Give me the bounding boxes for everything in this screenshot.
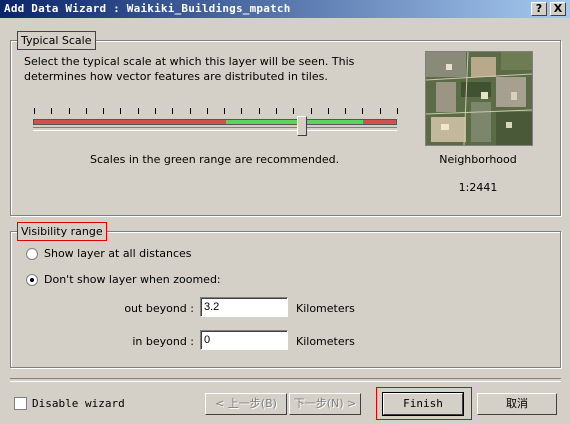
out-beyond-input[interactable] [200, 297, 288, 317]
typical-scale-label: Typical Scale [17, 31, 96, 50]
slider-tick [155, 108, 156, 114]
finish-button[interactable]: Finish [382, 392, 464, 416]
slider-tick [345, 108, 346, 114]
out-beyond-unit: Kilometers [296, 302, 355, 315]
slider-range-segment [363, 120, 396, 124]
radio-show-all[interactable] [26, 247, 38, 260]
slider-tick [241, 108, 242, 114]
out-beyond-label: out beyond : [124, 302, 194, 315]
radio-hide-when-zoomed[interactable] [26, 273, 38, 286]
radio-zoomed-row[interactable]: Don't show layer when zoomed: [26, 273, 221, 286]
slider-range-segment [34, 120, 226, 124]
slider-tick [224, 108, 225, 114]
in-beyond-input[interactable] [200, 330, 288, 350]
slider-tick [172, 108, 173, 114]
slider-tick [380, 108, 381, 114]
slider-tick [103, 108, 104, 114]
slider-tick [51, 108, 52, 114]
radio-show-all-row[interactable]: Show layer at all distances [26, 247, 192, 260]
slider-tick [259, 108, 260, 114]
footer-separator [10, 378, 561, 382]
back-button[interactable]: < 上一步(B) [205, 393, 287, 415]
slider-range-segment [225, 120, 364, 124]
window-title: Add Data Wizard : Waikiki_Buildings_mpat… [4, 2, 291, 15]
scale-slider-thumb[interactable] [297, 116, 308, 136]
slider-tick [207, 108, 208, 114]
radio-hide-when-zoomed-label: Don't show layer when zoomed: [44, 273, 221, 286]
slider-tick [293, 108, 294, 114]
slider-tick [397, 108, 398, 114]
slider-tick [311, 108, 312, 114]
in-beyond-unit: Kilometers [296, 335, 355, 348]
close-button[interactable]: X [550, 2, 566, 16]
disable-wizard-checkbox[interactable] [14, 397, 27, 410]
scale-recommendation-text: Scales in the green range are recommende… [90, 153, 340, 166]
typical-scale-description: Select the typical scale at which this l… [24, 55, 355, 83]
preview-name: Neighborhood [439, 153, 517, 166]
scale-slider-track[interactable] [33, 119, 397, 125]
disable-wizard-label: Disable wizard [32, 397, 125, 410]
slider-tick [276, 108, 277, 114]
help-button[interactable]: ? [531, 2, 547, 16]
city-map-thumbnail [426, 52, 532, 145]
slider-tick [362, 108, 363, 114]
slider-tick [190, 108, 191, 114]
in-beyond-label: in beyond : [132, 335, 194, 348]
cancel-button[interactable]: 取消 [477, 393, 557, 415]
next-button[interactable]: 下一步(N) > [289, 393, 361, 415]
preview-scale: 1:2441 [458, 181, 498, 194]
scale-slider-ticks [34, 108, 398, 115]
title-bar: Add Data Wizard : Waikiki_Buildings_mpat… [0, 0, 570, 18]
slider-tick [69, 108, 70, 114]
slider-tick [86, 108, 87, 114]
slider-tick [138, 108, 139, 114]
slider-tick [328, 108, 329, 114]
scale-preview-image [425, 51, 533, 146]
radio-show-all-label: Show layer at all distances [44, 247, 192, 260]
slider-tick [120, 108, 121, 114]
visibility-range-label: Visibility range [17, 222, 107, 241]
slider-tick [34, 108, 35, 114]
slider-baseline [33, 127, 397, 131]
